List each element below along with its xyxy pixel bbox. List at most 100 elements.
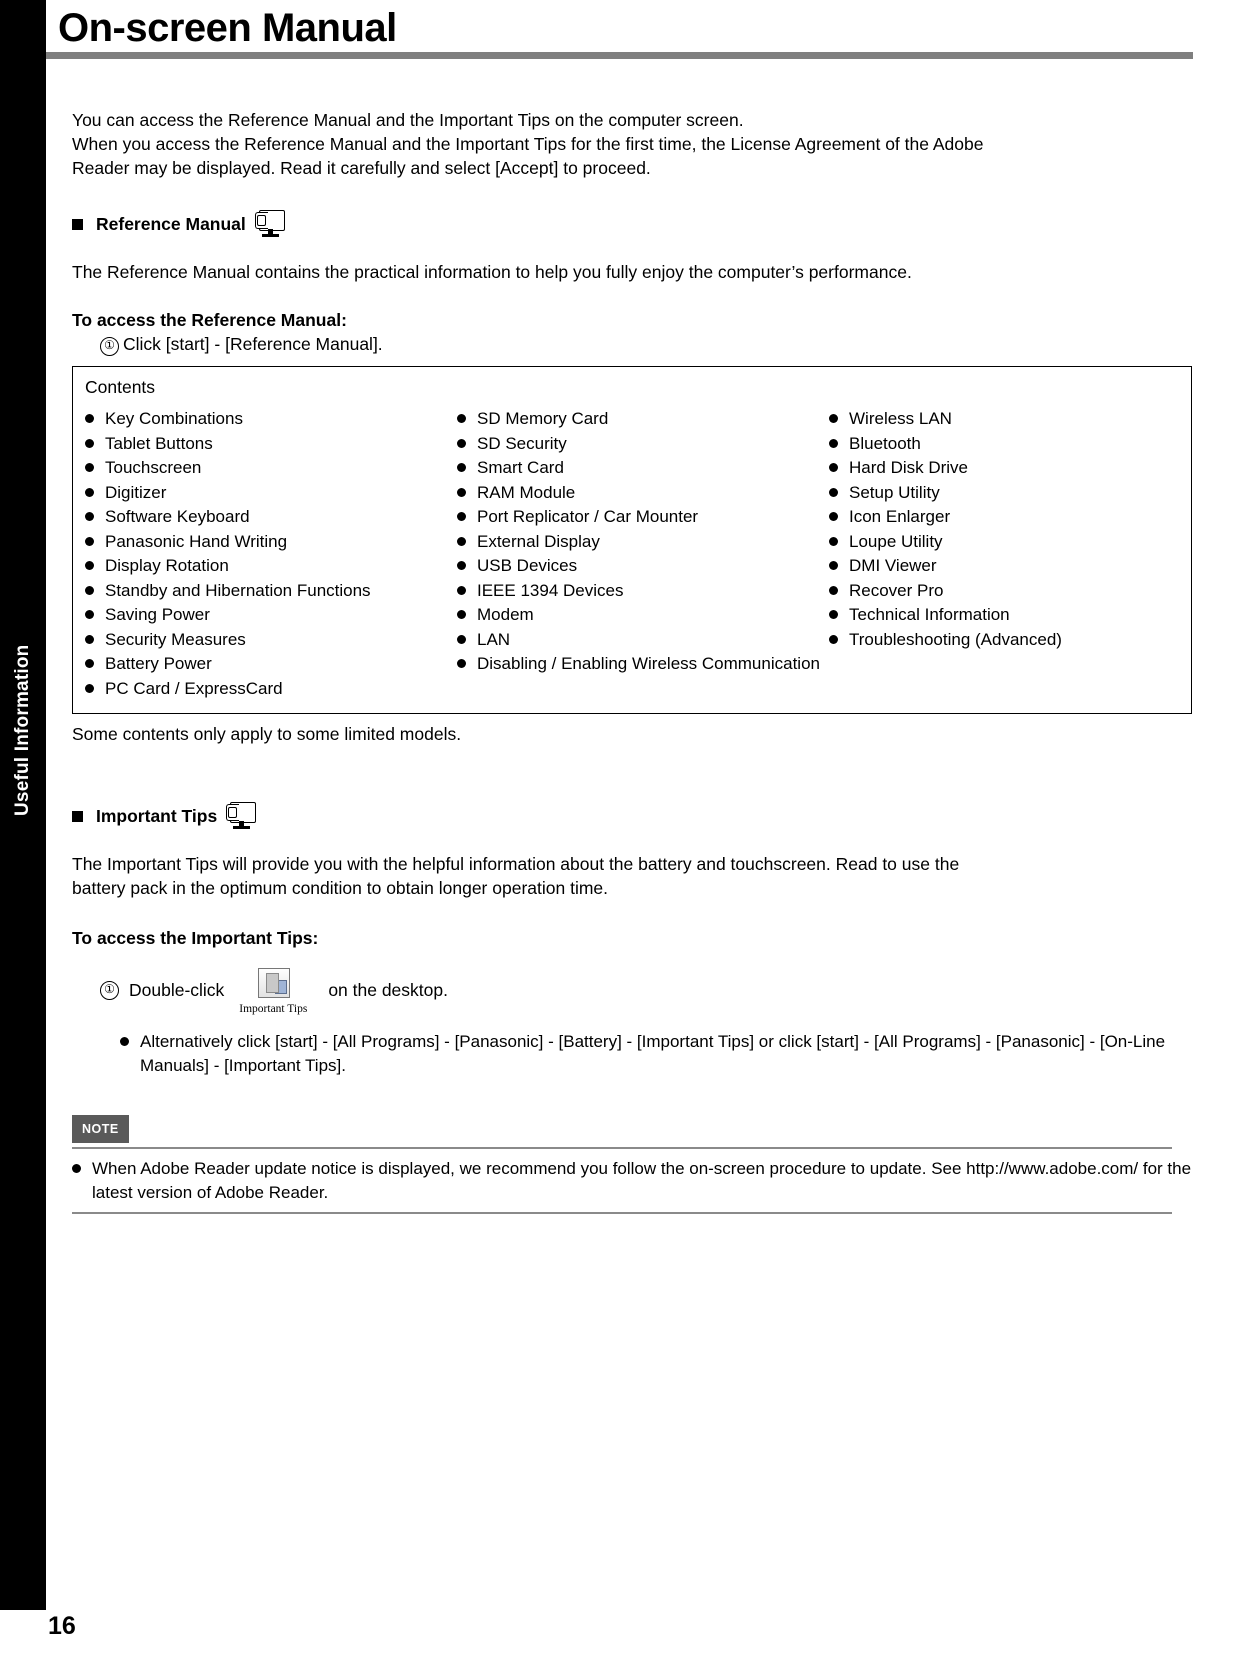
round-bullet-icon: [85, 634, 94, 644]
contents-list-item-label: Wireless LAN: [849, 409, 952, 428]
reference-manual-step-1: ① Click [start] - [Reference Manual].: [100, 332, 1192, 356]
contents-list-item: Software Keyboard: [85, 505, 457, 529]
contents-list-item-label: SD Security: [477, 433, 567, 453]
contents-list-item-label: Display Rotation: [105, 556, 229, 575]
contents-list-item-label: USB Devices: [477, 556, 578, 575]
contents-list-item-label: Recover Pro: [849, 580, 944, 600]
contents-list-item: Technical Information: [829, 603, 1169, 627]
contents-column-1: Key Combinations Tablet Buttons Touchscree…: [85, 407, 457, 701]
contents-list-item-label: IEEE 1394 Devices: [477, 580, 624, 600]
contents-list-item-label: Battery Power: [105, 654, 212, 673]
round-bullet-icon: [829, 414, 838, 423]
round-bullet-icon: [85, 487, 94, 497]
contents-list-item: Setup Utility: [829, 481, 1169, 505]
note-block: NOTE When Adobe Reader update notice is …: [72, 1115, 1192, 1214]
note-line-1: When Adobe Reader update notice is displ…: [92, 1159, 927, 1178]
contents-list-item: Troubleshooting (Advanced): [829, 628, 1169, 652]
reference-manual-heading-label: Reference Manual: [96, 214, 246, 234]
contents-list-item-label: Icon Enlarger: [849, 507, 951, 526]
round-bullet-icon: [829, 610, 838, 619]
reference-manual-heading: Reference Manual: [72, 210, 1192, 238]
document-body: You can access the Reference Manual and …: [72, 108, 1192, 1214]
step-1-text: Click [start] - [Reference Manual].: [123, 334, 383, 354]
round-bullet-icon: [85, 414, 94, 423]
contents-list-item: DMI Viewer: [829, 554, 1169, 578]
contents-list-item: Disabling / Enabling Wireless Communicat…: [457, 652, 829, 676]
round-bullet-icon: [829, 634, 838, 644]
round-bullet-icon: [457, 561, 466, 570]
round-bullet-icon: [457, 487, 466, 497]
contents-list-item: Tablet Buttons: [85, 432, 457, 456]
contents-label: Contents: [85, 377, 156, 397]
note-tag: NOTE: [72, 1115, 129, 1143]
contents-list-item-label: Disabling / Enabling Wireless Communicat…: [477, 654, 820, 673]
round-bullet-icon: [85, 585, 94, 595]
important-tips-description: The Important Tips will provide you with…: [72, 852, 1192, 900]
round-bullet-icon: [829, 561, 838, 570]
intro-line-3: Reader may be displayed. Read it careful…: [72, 158, 651, 178]
intro-paragraph: You can access the Reference Manual and …: [72, 108, 1192, 180]
step-1-text-after: on the desktop.: [328, 980, 448, 1000]
contents-list-item: USB Devices: [457, 554, 829, 578]
contents-list-item-label: Key Combinations: [105, 409, 243, 428]
round-bullet-icon: [85, 512, 94, 521]
round-bullet-icon: [457, 536, 466, 546]
step-number-1: ①: [100, 337, 119, 356]
contents-list-item: Digitizer: [85, 481, 457, 505]
important-tips-step-1: ① Double-click Important Tips on the des…: [100, 968, 1192, 1015]
reference-manual-description: The Reference Manual contains the practi…: [72, 262, 912, 282]
contents-list-item: Hard Disk Drive: [829, 456, 1169, 480]
square-bullet-icon: [72, 218, 83, 230]
contents-list-item: Key Combinations: [85, 407, 457, 431]
contents-list-item: Wireless LAN: [829, 407, 1169, 431]
important-tips-description-line-1: The Important Tips will provide you with…: [72, 854, 960, 874]
note-item: When Adobe Reader update notice is displ…: [72, 1157, 1192, 1204]
contents-list-item-label: Technical Information: [849, 605, 1010, 624]
contents-footnote: Some contents only apply to some limited…: [72, 724, 462, 744]
round-bullet-icon: [457, 585, 466, 595]
contents-list-item-label: PC Card / ExpressCard: [105, 678, 283, 698]
contents-list-item-label: Port Replicator / Car Mounter: [477, 507, 699, 526]
round-bullet-icon: [457, 463, 466, 472]
alternative-line-1: Alternatively click [start] - [All Progr…: [140, 1032, 870, 1051]
important-tips-desktop-icon[interactable]: Important Tips: [230, 968, 316, 1015]
round-bullet-icon: [457, 610, 466, 619]
contents-list-item-label: Standby and Hibernation Functions: [105, 580, 371, 600]
contents-list-item-label: Panasonic Hand Writing: [105, 531, 288, 551]
contents-list-item: LAN: [457, 628, 829, 652]
step-number-1-tips: ①: [100, 980, 119, 1000]
page-title: On-screen Manual: [58, 6, 397, 50]
contents-list-item: Standby and Hibernation Functions: [85, 579, 457, 603]
important-tips-desktop-icon-caption: Important Tips: [239, 1003, 308, 1015]
contents-list-item-label: Digitizer: [105, 482, 167, 502]
contents-list-item: Panasonic Hand Writing: [85, 530, 457, 554]
reference-manual-access-heading: To access the Reference Manual:: [72, 310, 347, 330]
contents-list-item: Display Rotation: [85, 554, 457, 578]
contents-list-item: Battery Power: [85, 652, 457, 676]
round-bullet-icon: [829, 585, 838, 595]
round-bullet-icon-note: [72, 1164, 81, 1173]
important-tips-description-line-2: battery pack in the optimum condition to…: [72, 878, 609, 898]
contents-list-item: Recover Pro: [829, 579, 1169, 603]
round-bullet-icon: [829, 487, 838, 497]
contents-list-item: SD Memory Card: [457, 407, 829, 431]
round-bullet-icon: [457, 512, 466, 521]
contents-list-item: Touchscreen: [85, 456, 457, 480]
round-bullet-icon: [457, 414, 466, 423]
title-divider: [46, 52, 1193, 59]
contents-list-item-label: Tablet Buttons: [105, 433, 213, 453]
contents-box: Contents Key Combinations Tablet Buttons T…: [72, 366, 1192, 714]
contents-list-item-label: DMI Viewer: [849, 556, 937, 575]
important-tips-access-heading: To access the Important Tips:: [72, 928, 319, 948]
contents-list-item-label: Hard Disk Drive: [849, 458, 969, 477]
screen-with-pen-icon-2: [226, 802, 257, 830]
contents-list-item-label: Security Measures: [105, 629, 246, 649]
important-tips-alternative: Alternatively click [start] - [All Progr…: [120, 1030, 1192, 1077]
contents-list-item-label: SD Memory Card: [477, 409, 609, 428]
round-bullet-icon: [85, 536, 94, 546]
contents-list-item: Modem: [457, 603, 829, 627]
round-bullet-icon: [457, 659, 466, 668]
round-bullet-icon: [85, 610, 94, 619]
round-bullet-icon: [829, 463, 838, 472]
contents-list-item-label: RAM Module: [477, 482, 576, 502]
